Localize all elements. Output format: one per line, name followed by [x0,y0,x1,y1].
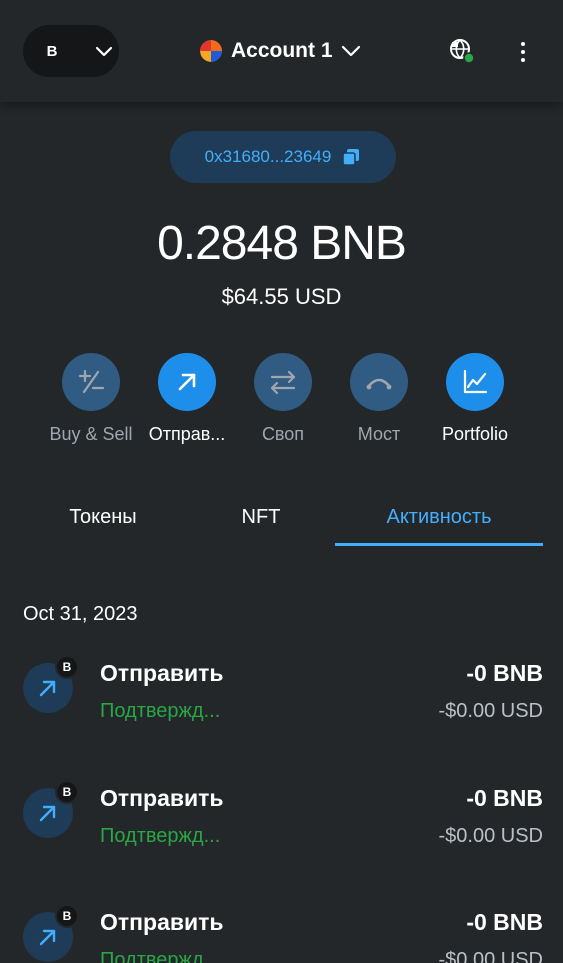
list-item[interactable]: B Отправить Подтвержд... -0 BNB -$0.00 U… [0,655,563,735]
bridge-icon [366,378,392,390]
swap-button[interactable]: Своп [233,353,333,445]
copy-icon [342,149,360,166]
buy-sell-button[interactable]: Buy & Sell [41,353,141,445]
globe-connection-icon[interactable] [449,38,475,64]
network-picker[interactable]: B [23,25,119,77]
account-avatar-icon [200,40,222,62]
send-label: Отправ... [148,424,226,444]
swap-arrows-icon [270,370,296,395]
tx-fiat: -$0.00 USD [438,825,544,847]
tx-title: Отправить [100,909,224,935]
network-avatar: B [46,42,58,60]
chevron-down-icon [341,45,360,57]
tx-title: Отправить [100,785,224,811]
network-badge: B [55,655,79,679]
tab-nft[interactable]: NFT [158,500,364,548]
tx-fiat: -$0.00 USD [438,949,544,963]
portfolio-button[interactable]: Portfolio [425,353,525,445]
tx-amount: -0 BNB [466,909,543,935]
send-button[interactable]: Отправ... [137,353,237,445]
send-arrow-icon [178,373,196,391]
more-vertical-icon[interactable] [514,40,532,64]
bridge-button[interactable]: Мост [329,353,429,445]
tab-bar: Токены NFT Активность [0,500,563,548]
plus-minus-icon [78,369,105,394]
tx-status: Подтвержд... [100,700,221,722]
chart-icon [463,369,488,394]
fiat-balance: $64.55 USD [221,284,342,309]
tx-amount: -0 BNB [466,660,543,686]
address-copy-button[interactable]: 0x31680...23649 [170,131,396,183]
bridge-label: Мост [357,424,401,444]
active-tab-indicator [335,543,543,546]
tx-status: Подтвержд... [100,825,221,847]
network-badge: B [55,904,79,928]
token-balance: 0.2848 BNB [157,217,407,270]
tx-status: Подтвержд... [100,949,221,963]
account-address: 0x31680...23649 [204,147,332,166]
app-header: B Account 1 [0,0,563,102]
network-badge: B [55,780,79,804]
portfolio-label: Portfolio [441,424,509,444]
account-name: Account 1 [231,39,333,62]
tx-title: Отправить [100,660,224,686]
buy-sell-label: Buy & Sell [49,424,133,444]
list-item[interactable]: B Отправить Подтвержд... -0 BNB -$0.00 U… [0,780,563,860]
swap-label: Своп [261,424,305,444]
list-item[interactable]: B Отправить Подтвержд... -0 BNB -$0.00 U… [0,904,563,963]
tab-activity[interactable]: Активность [335,500,543,548]
activity-date: Oct 31, 2023 [23,603,138,625]
tx-amount: -0 BNB [466,785,543,811]
tx-fiat: -$0.00 USD [438,700,544,722]
chevron-down-icon [95,46,113,57]
account-picker[interactable]: Account 1 [200,34,361,68]
